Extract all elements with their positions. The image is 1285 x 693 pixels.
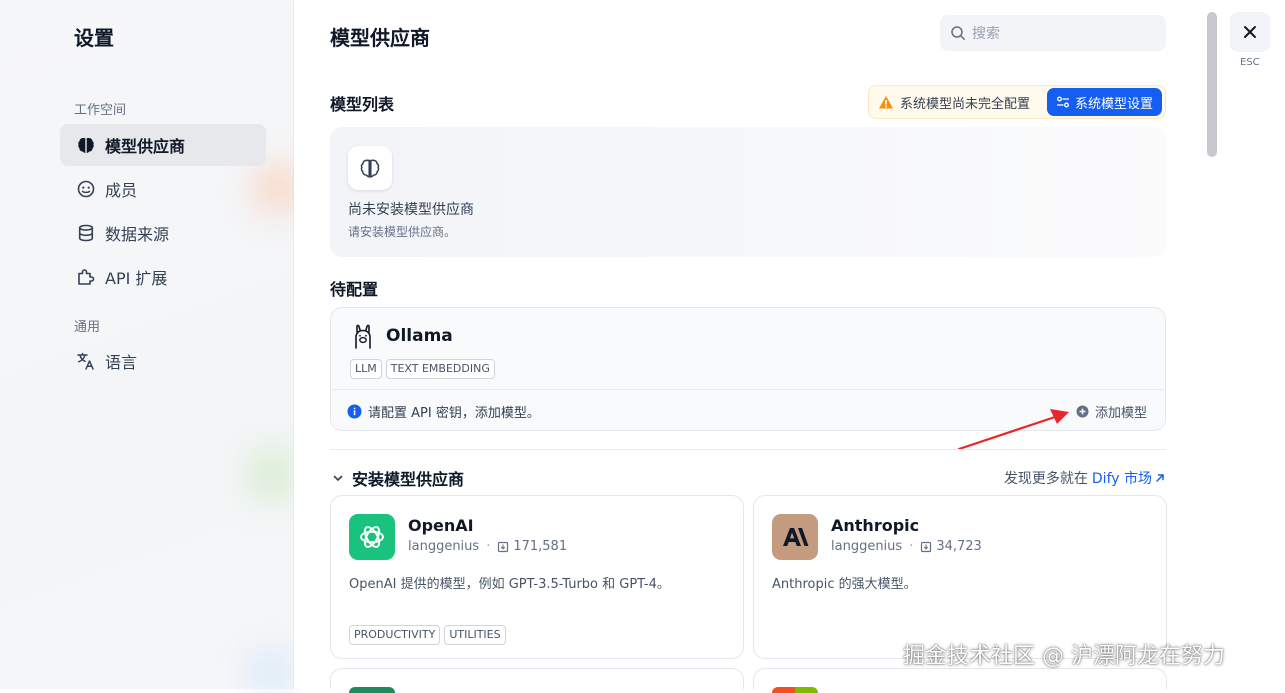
translate-icon (76, 351, 96, 371)
install-providers-toggle[interactable]: 安装模型供应商 (332, 466, 464, 490)
provider-name: Ollama (386, 326, 453, 346)
model-list-title: 模型列表 (330, 95, 395, 114)
search-icon (950, 25, 966, 41)
pending-title: 待配置 (330, 280, 379, 299)
section-divider (330, 449, 1166, 450)
members-icon (76, 179, 96, 199)
provider-info: 请配置 API 密钥，添加模型。 (347, 402, 540, 421)
openai-logo-icon (349, 514, 395, 560)
provider-tag: UTILITIES (444, 625, 506, 645)
separator-dot: · (486, 539, 491, 554)
puzzle-icon (76, 267, 96, 287)
sidebar-item-label: 模型供应商 (105, 137, 186, 156)
settings-title: 设置 (74, 26, 114, 50)
provider-card-openai[interactable]: OpenAI langgenius · 171,581 OpenAI 提供的模型… (330, 495, 744, 659)
provider-description: OpenAI 提供的模型，例如 GPT-3.5-Turbo 和 GPT-4。 (349, 577, 670, 592)
sidebar-item-model-provider[interactable]: 模型供应商 (60, 124, 266, 166)
sidebar-item-label: API 扩展 (105, 269, 168, 288)
sidebar-item-label: 语言 (105, 353, 138, 372)
settings-sidebar: 设置 工作空间 模型供应商 成员 数据来源 API 扩展 通用 语言 (0, 0, 301, 689)
provider-author: langgenius (408, 539, 480, 554)
provider-logo-partial (349, 687, 395, 693)
decorative-blur (250, 450, 294, 500)
decorative-blur (250, 655, 290, 689)
general-group-label: 通用 (74, 320, 101, 335)
system-model-settings-label: 系统模型设置 (1074, 96, 1153, 112)
page-title: 模型供应商 (330, 26, 430, 50)
dify-marketplace-label: Dify 市场 (1091, 471, 1152, 487)
provider-card-partial[interactable] (330, 668, 744, 693)
separator-dot: · (909, 539, 914, 554)
provider-card-anthropic[interactable]: Anthropic langgenius · 34,723 Anthropic … (753, 495, 1167, 659)
plus-circle-icon (1076, 405, 1089, 418)
provider-tags: PRODUCTIVITY UTILITIES (349, 623, 510, 645)
provider-name: OpenAI (408, 516, 474, 535)
empty-model-list: 尚未安装模型供应商 请安装模型供应商。 (330, 127, 1166, 257)
warning-icon (878, 95, 894, 110)
install-providers-title: 安装模型供应商 (352, 470, 465, 489)
search-placeholder: 搜索 (972, 26, 1000, 42)
empty-subtitle: 请安装模型供应商。 (348, 225, 457, 239)
sidebar-item-api-extension[interactable]: API 扩展 (60, 256, 266, 298)
provider-meta: langgenius · 171,581 (408, 539, 567, 554)
provider-tag: TEXT EMBEDDING (385, 359, 495, 379)
download-count: 171,581 (513, 539, 568, 554)
ollama-llama-icon (351, 323, 375, 353)
download-icon (497, 541, 509, 553)
sidebar-item-label: 数据来源 (105, 225, 170, 244)
provider-tag: PRODUCTIVITY (349, 625, 441, 645)
sidebar-item-members[interactable]: 成员 (60, 168, 266, 210)
system-model-settings-button[interactable]: 系统模型设置 (1046, 88, 1162, 116)
sidebar-item-data-source[interactable]: 数据来源 (60, 212, 266, 254)
provider-tag: LLM (350, 359, 382, 379)
provider-info-text: 请配置 API 密钥，添加模型。 (368, 406, 540, 421)
add-model-button[interactable]: 添加模型 (1076, 402, 1147, 421)
info-icon (347, 404, 362, 419)
anthropic-logo-icon (772, 514, 818, 560)
discover-marketplace-link[interactable]: 发现更多就在 Dify 市场 (1004, 468, 1166, 488)
provider-meta: langgenius · 34,723 (831, 539, 982, 554)
annotation-arrow (957, 409, 1069, 451)
system-model-warning: 系统模型尚未完全配置 系统模型设置 (868, 85, 1166, 119)
main-panel: 模型供应商 搜索 模型列表 系统模型尚未完全配置 系统模型设置 尚未安装模型供应… (294, 0, 1206, 693)
brain-icon (348, 146, 392, 190)
workspace-group-label: 工作空间 (74, 103, 127, 118)
provider-author: langgenius (831, 539, 903, 554)
download-count: 34,723 (936, 539, 982, 554)
sidebar-item-label: 成员 (105, 181, 138, 200)
download-icon (920, 541, 932, 553)
provider-card-partial[interactable] (753, 668, 1167, 693)
close-button[interactable] (1230, 12, 1270, 52)
chevron-down-icon (332, 472, 344, 484)
database-icon (76, 223, 96, 243)
brain-icon (76, 135, 96, 155)
provider-logo-partial (772, 687, 818, 693)
warning-text: 系统模型尚未完全配置 (900, 96, 1031, 112)
provider-description: Anthropic 的强大模型。 (772, 577, 917, 592)
scrollbar-thumb[interactable] (1207, 12, 1217, 157)
watermark-text: 掘金技术社区 @ 沪漂阿龙在努力 (903, 644, 1225, 669)
external-link-icon (1154, 472, 1166, 484)
esc-hint: ESC (1240, 57, 1260, 68)
settings-sliders-icon (1056, 95, 1070, 109)
discover-prefix: 发现更多就在 (1003, 471, 1088, 487)
sidebar-item-language[interactable]: 语言 (60, 340, 266, 382)
provider-tags: LLM TEXT EMBEDDING (350, 357, 499, 379)
add-model-label: 添加模型 (1094, 406, 1147, 421)
empty-title: 尚未安装模型供应商 (348, 202, 474, 218)
provider-name: Anthropic (831, 516, 920, 535)
search-input[interactable]: 搜索 (940, 15, 1166, 51)
close-icon (1243, 25, 1257, 39)
